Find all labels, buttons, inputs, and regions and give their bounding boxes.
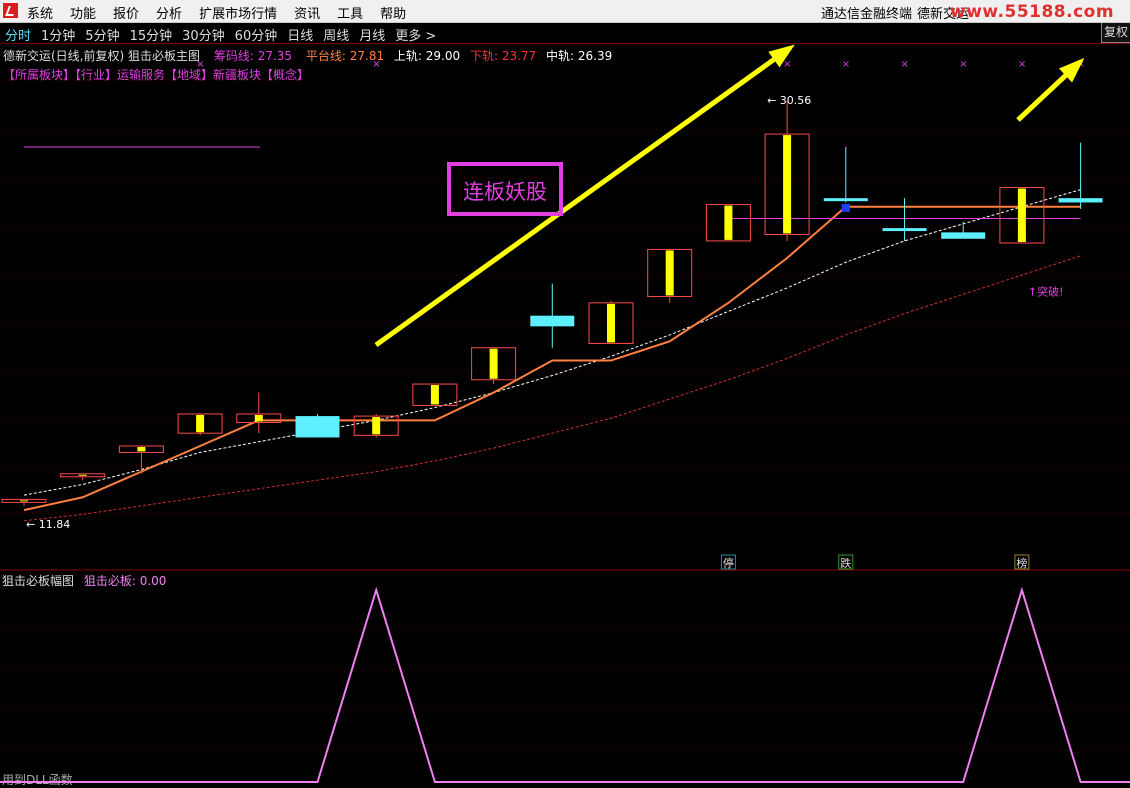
marker-label-2: 榜: [1016, 556, 1027, 570]
x-marker-6: ×: [1018, 59, 1026, 70]
candle-fill-2: [137, 447, 146, 452]
trend-arrow-main-shaft: [374, 45, 792, 348]
headline-label: 连板妖股: [463, 180, 547, 204]
candle-fill-6: [372, 417, 381, 435]
indicator-line: [0, 586, 1130, 783]
high-annotation: ← 30.56: [767, 94, 811, 107]
candle-fill-13: [783, 135, 792, 234]
x-marker-5: ×: [959, 59, 967, 70]
pivot-mark: [841, 203, 850, 212]
candle-fill-1: [78, 474, 87, 476]
candles: [1, 100, 1103, 506]
x-marker-0: ×: [196, 59, 204, 70]
candle-fill-17: [1017, 188, 1026, 243]
low-annotation: ← 11.84: [26, 518, 70, 531]
candle-fill-11: [665, 250, 674, 296]
x-marker-2: ×: [783, 59, 791, 70]
candle-fill-3: [196, 414, 205, 433]
candle-body-5: [295, 416, 340, 438]
candle-fill-8: [489, 348, 498, 379]
overlay: ← 11.84← 30.56↑突破!××××××××连板妖股停跌榜: [26, 44, 1085, 570]
marker-label-0: 停: [723, 556, 734, 570]
marker-label-1: 跌: [840, 556, 851, 570]
candle-fill-7: [430, 385, 439, 405]
candle-fill-0: [20, 500, 28, 502]
x-marker-1: ×: [372, 59, 380, 70]
candle-body-18: [1058, 198, 1103, 203]
kline-chart[interactable]: ← 11.84← 30.56↑突破!××××××××连板妖股停跌榜: [0, 0, 1130, 785]
candle-fill-4: [254, 414, 263, 422]
candle-body-15: [882, 228, 927, 232]
grid-lines: [0, 79, 1130, 751]
candle-fill-10: [607, 303, 615, 343]
x-marker-3: ×: [842, 59, 850, 70]
sub-chart: [0, 586, 1130, 783]
platform-line: [23, 205, 1081, 512]
candle-body-9: [530, 315, 575, 327]
candle-fill-12: [724, 205, 733, 240]
x-marker-4: ×: [901, 59, 909, 70]
breakout-annotation: ↑突破!: [1028, 285, 1064, 299]
candle-body-16: [941, 232, 986, 239]
candle-body-14: [823, 198, 868, 202]
